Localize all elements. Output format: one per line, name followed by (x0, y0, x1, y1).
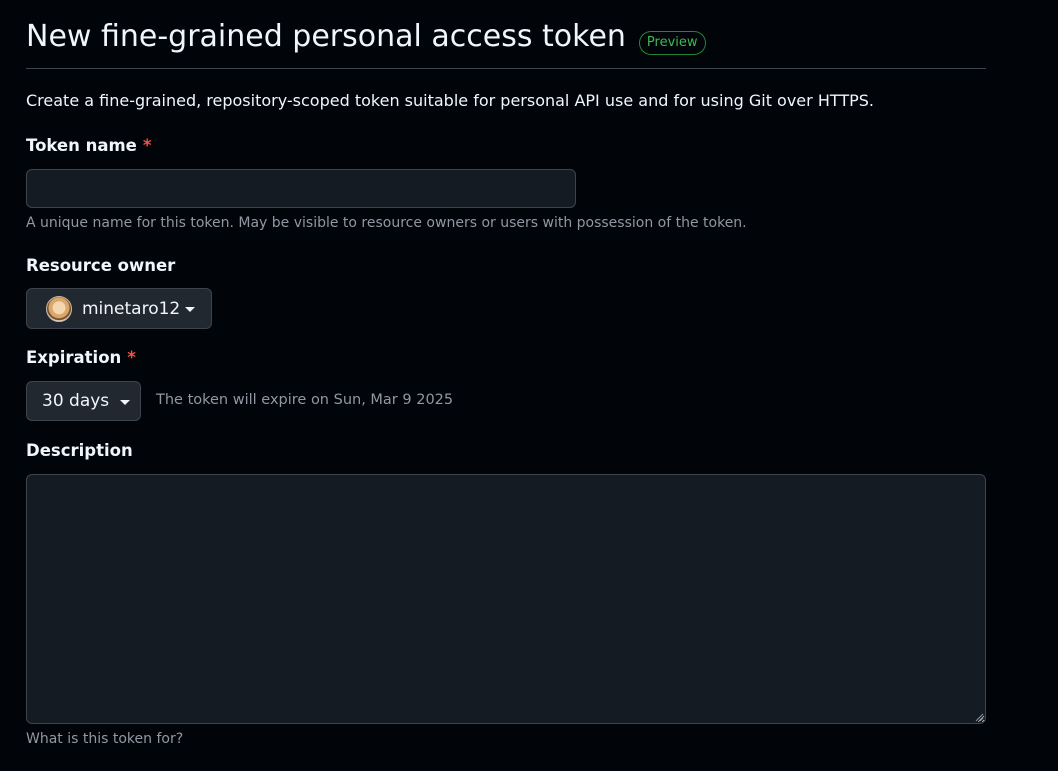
expiration-note: The token will expire on Sun, Mar 9 2025 (156, 392, 454, 408)
page-title: New fine-grained personal access token (26, 19, 626, 54)
token-name-label-text: Token name (26, 136, 137, 155)
token-name-input[interactable] (26, 169, 576, 208)
token-name-hint: A unique name for this token. May be vis… (26, 215, 747, 231)
resource-owner-label: Resource owner (26, 256, 176, 275)
expiration-dropdown[interactable]: 30 days (26, 381, 141, 421)
description-textarea[interactable] (26, 474, 986, 724)
token-name-label: Token name * (26, 136, 152, 155)
description-label: Description (26, 441, 133, 460)
resize-grip-icon[interactable] (974, 712, 984, 722)
resource-owner-dropdown[interactable]: minetaro12 (26, 288, 212, 329)
expiration-label-text: Expiration (26, 348, 122, 367)
required-asterisk: * (127, 348, 136, 367)
avatar (46, 295, 72, 322)
caret-down-icon (185, 307, 196, 312)
resource-owner-selected: minetaro12 (82, 298, 181, 319)
description-hint: What is this token for? (26, 731, 184, 747)
caret-down-icon (120, 399, 131, 405)
intro-text: Create a fine-grained, repository-scoped… (26, 91, 874, 110)
preview-badge: Preview (638, 31, 706, 55)
expiration-label: Expiration * (26, 348, 136, 367)
token-form-page: New fine-grained personal access token P… (0, 0, 1058, 771)
page-header: New fine-grained personal access token P… (26, 14, 986, 69)
required-asterisk: * (142, 136, 152, 155)
expiration-selected: 30 days (42, 391, 110, 411)
